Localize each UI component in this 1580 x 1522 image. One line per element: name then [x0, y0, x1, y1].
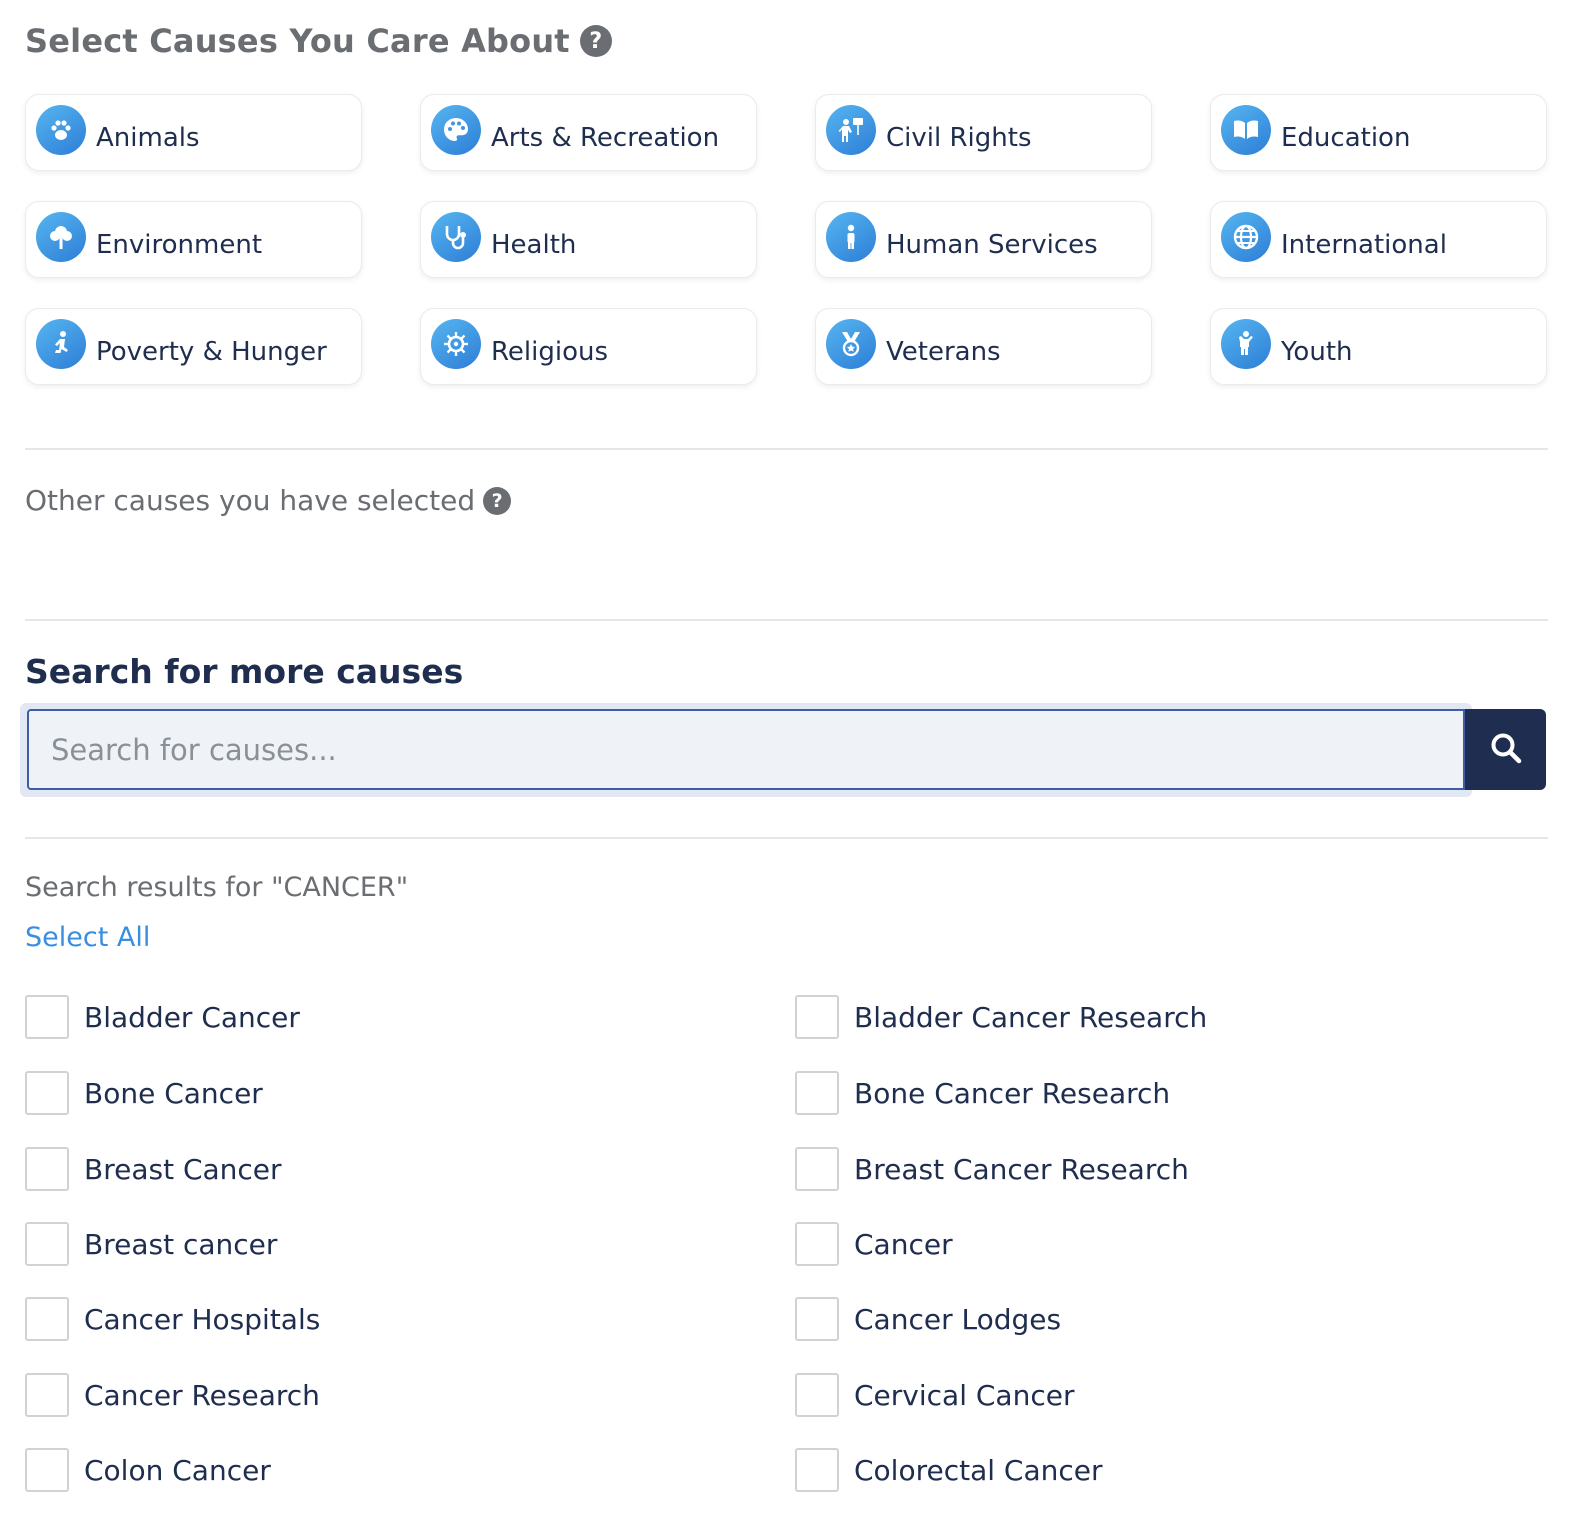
list-item[interactable]: Colorectal Cancer	[795, 1448, 1103, 1492]
cause-tile-education[interactable]: Education	[1210, 94, 1547, 171]
list-item-label: Cervical Cancer	[854, 1378, 1075, 1412]
list-item[interactable]: Breast Cancer	[25, 1147, 282, 1191]
cause-tile-health[interactable]: Health	[420, 201, 757, 278]
tree-icon	[36, 212, 86, 262]
cause-tile-environment[interactable]: Environment	[25, 201, 362, 278]
page-title: Select Causes You Care About ?	[25, 22, 612, 60]
list-item-label: Breast cancer	[84, 1227, 278, 1261]
cause-tile-animals[interactable]: Animals	[25, 94, 362, 171]
checkbox[interactable]	[795, 995, 839, 1039]
cause-tile-veterans[interactable]: Veterans	[815, 308, 1152, 385]
medal-icon	[826, 319, 876, 369]
list-item[interactable]: Colon Cancer	[25, 1448, 271, 1492]
other-causes-title: Other causes you have selected	[25, 484, 476, 517]
kneeling-person-icon	[36, 319, 86, 369]
cause-label: Human Services	[886, 230, 1098, 260]
cause-label: Arts & Recreation	[491, 123, 720, 153]
cause-label: Poverty & Hunger	[96, 337, 327, 367]
cause-label: Environment	[96, 230, 263, 260]
list-item[interactable]: Cancer Lodges	[795, 1297, 1061, 1341]
search-icon	[1489, 731, 1523, 768]
search-input[interactable]	[27, 709, 1465, 790]
checkbox[interactable]	[795, 1297, 839, 1341]
checkbox[interactable]	[795, 1071, 839, 1115]
list-item-label: Cancer	[854, 1227, 953, 1261]
cause-label: Health	[491, 230, 577, 260]
checkbox[interactable]	[25, 1071, 69, 1115]
stethoscope-icon	[431, 212, 481, 262]
list-item-label: Colorectal Cancer	[854, 1453, 1103, 1487]
help-icon[interactable]: ?	[579, 25, 612, 57]
page-title-text: Select Causes You Care About	[25, 22, 570, 60]
child-icon	[1221, 319, 1271, 369]
paw-icon	[36, 105, 86, 155]
help-icon[interactable]: ?	[483, 486, 512, 515]
list-item-label: Bladder Cancer Research	[854, 1000, 1208, 1034]
checkbox[interactable]	[25, 1448, 69, 1492]
cause-label: Civil Rights	[886, 123, 1032, 153]
cause-tile-arts-recreation[interactable]: Arts & Recreation	[420, 94, 757, 171]
cause-tile-youth[interactable]: Youth	[1210, 308, 1547, 385]
dharma-wheel-icon	[431, 319, 481, 369]
divider	[25, 837, 1548, 839]
list-item-label: Breast Cancer Research	[854, 1152, 1189, 1186]
select-all-link[interactable]: Select All	[25, 922, 150, 953]
list-item[interactable]: Cancer Research	[25, 1373, 320, 1417]
list-item[interactable]: Bladder Cancer Research	[795, 995, 1207, 1039]
checkbox[interactable]	[25, 1373, 69, 1417]
protest-sign-icon	[826, 105, 876, 155]
list-item[interactable]: Breast cancer	[25, 1222, 277, 1266]
checkbox[interactable]	[25, 995, 69, 1039]
cause-tile-religious[interactable]: Religious	[420, 308, 757, 385]
checkbox[interactable]	[25, 1147, 69, 1191]
list-item[interactable]: Cancer Hospitals	[25, 1297, 320, 1341]
list-item-label: Bladder Cancer	[84, 1000, 300, 1034]
cause-label: Veterans	[886, 337, 1001, 367]
list-item-label: Bone Cancer	[84, 1076, 263, 1110]
list-item[interactable]: Bone Cancer	[25, 1071, 263, 1115]
globe-icon	[1221, 212, 1271, 262]
cause-label: Religious	[491, 337, 608, 367]
list-item[interactable]: Bladder Cancer	[25, 995, 300, 1039]
open-book-icon	[1221, 105, 1271, 155]
cause-tile-poverty-hunger[interactable]: Poverty & Hunger	[25, 308, 362, 385]
search-button[interactable]	[1465, 709, 1546, 790]
checkbox[interactable]	[795, 1373, 839, 1417]
list-item[interactable]: Cancer	[795, 1222, 953, 1266]
list-item[interactable]: Breast Cancer Research	[795, 1147, 1189, 1191]
divider	[25, 448, 1548, 450]
cause-label: International	[1281, 230, 1447, 260]
list-item-label: Bone Cancer Research	[854, 1076, 1171, 1110]
checkbox[interactable]	[795, 1147, 839, 1191]
list-item-label: Cancer Research	[84, 1378, 320, 1412]
list-item-label: Breast Cancer	[84, 1152, 282, 1186]
list-item-label: Cancer Lodges	[854, 1302, 1062, 1336]
checkbox[interactable]	[795, 1222, 839, 1266]
list-item-label: Cancer Hospitals	[84, 1302, 321, 1336]
cause-tile-civil-rights[interactable]: Civil Rights	[815, 94, 1152, 171]
list-item[interactable]: Cervical Cancer	[795, 1373, 1074, 1417]
list-item[interactable]: Bone Cancer Research	[795, 1071, 1170, 1115]
list-item-label: Colon Cancer	[84, 1453, 271, 1487]
cause-tile-human-services[interactable]: Human Services	[815, 201, 1152, 278]
other-causes-heading: Other causes you have selected ?	[25, 484, 512, 517]
divider	[25, 619, 1548, 621]
cause-tile-international[interactable]: International	[1210, 201, 1547, 278]
search-heading: Search for more causes	[25, 652, 464, 691]
checkbox[interactable]	[25, 1297, 69, 1341]
person-icon	[826, 212, 876, 262]
cause-label: Animals	[96, 123, 200, 153]
checkbox[interactable]	[795, 1448, 839, 1492]
checkbox[interactable]	[25, 1222, 69, 1266]
palette-icon	[431, 105, 481, 155]
search-results-title: Search results for "CANCER"	[25, 872, 409, 903]
cause-label: Youth	[1281, 337, 1353, 367]
cause-label: Education	[1281, 123, 1411, 153]
